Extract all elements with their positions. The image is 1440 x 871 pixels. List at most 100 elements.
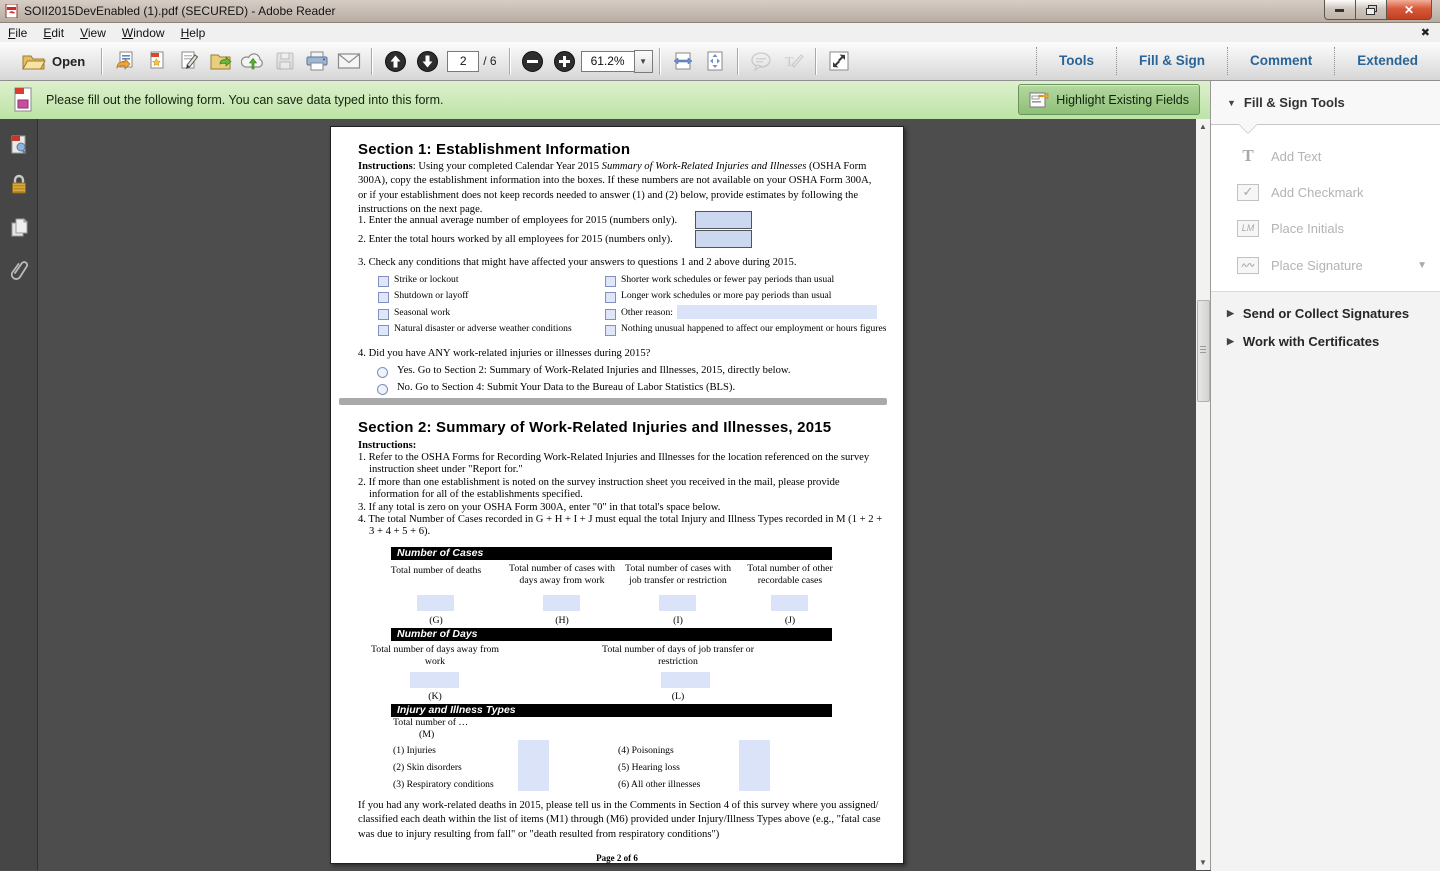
open-button[interactable]: Open [12,46,95,76]
chevron-down-icon: ▼ [1417,260,1427,271]
menu-file[interactable]: File [0,24,35,42]
page-number-input[interactable]: 2 [447,51,479,72]
input-m3[interactable] [518,774,549,791]
type-5-label: (5) Hearing loss [618,762,680,773]
input-g[interactable] [417,595,454,611]
menu-help[interactable]: Help [173,24,214,42]
email-icon[interactable] [336,47,362,75]
checkbox-strike[interactable] [378,276,389,287]
panel-header[interactable]: ▼ Fill & Sign Tools [1211,81,1440,125]
col-header-h: Total number of cases with days away fro… [506,563,618,587]
checkbox-strike-label: Strike or lockout [394,274,458,285]
question-4: 4. Did you have ANY work-related injurie… [358,347,650,361]
toolbar-separator [509,48,511,75]
title-bar: SOII2015DevEnabled (1).pdf (SECURED) - A… [0,0,1440,23]
radio-yes[interactable] [377,367,388,378]
add-checkmark-tool: ✓ Add Checkmark [1211,175,1440,209]
question-2: 2. Enter the total hours worked by all e… [358,233,673,247]
pdf-app-icon [5,4,19,18]
create-pdf-icon[interactable] [144,47,170,75]
tab-comment[interactable]: Comment [1228,42,1334,80]
letter-j: (J) [734,615,846,627]
checkbox-seasonal[interactable] [378,309,389,320]
input-h[interactable] [543,595,580,611]
tab-extended[interactable]: Extended [1335,42,1440,80]
input-l[interactable] [661,672,710,688]
pages-icon[interactable] [7,216,31,240]
zoom-level-input[interactable]: 61.2% [581,51,634,72]
scroll-up-icon[interactable]: ▲ [1196,119,1210,134]
menu-bar: File Edit View Window Help ✖ [0,23,1440,43]
maximize-button[interactable] [1356,0,1386,20]
zoom-dropdown-button[interactable]: ▼ [634,50,653,73]
input-m1[interactable] [518,740,549,757]
certificates-label: Work with Certificates [1243,334,1379,349]
types-m-label: (M) [419,729,449,741]
place-initials-tool: LM Place Initials [1211,211,1440,245]
radio-no[interactable] [377,384,388,395]
scrollbar-thumb[interactable] [1197,300,1210,402]
input-i[interactable] [659,595,696,611]
send-collect-signatures-item[interactable]: ▶ Send or Collect Signatures [1211,306,1440,321]
collapse-triangle-icon: ▼ [1227,98,1236,108]
input-m2[interactable] [518,757,549,774]
checkbox-longer[interactable] [605,292,616,303]
zoom-out-icon[interactable] [520,47,546,75]
fit-page-icon[interactable] [702,47,728,75]
vertical-scrollbar[interactable]: ▲ ▼ [1196,119,1210,870]
section-divider [339,398,887,405]
fill-sign-panel: ▼ Fill & Sign Tools T Add Text ✓ Add Che… [1210,81,1440,870]
page-thumbnails-icon[interactable] [7,133,31,157]
tab-fill-sign[interactable]: Fill & Sign [1117,42,1227,80]
menu-window[interactable]: Window [114,24,173,42]
input-m4[interactable] [739,740,770,757]
section2-title: Section 2: Summary of Work-Related Injur… [358,419,831,436]
add-text-icon: T [1237,147,1259,165]
close-menubar-icon[interactable]: ✖ [1421,26,1430,39]
next-page-icon[interactable] [414,47,440,75]
input-m5[interactable] [739,757,770,774]
col-header-i: Total number of cases with job transfer … [622,563,734,587]
add-checkmark-label: Add Checkmark [1271,185,1363,200]
highlight-button-label: Highlight Existing Fields [1056,93,1189,107]
sign-page-icon[interactable] [176,47,202,75]
prev-page-icon[interactable] [382,47,408,75]
security-lock-icon[interactable] [7,173,31,197]
export-page-icon[interactable] [112,47,138,75]
share-folder-icon[interactable] [208,47,234,75]
letter-g: (G) [380,615,492,627]
tab-tools[interactable]: Tools [1037,42,1116,80]
fullscreen-icon[interactable] [826,47,852,75]
checkbox-other[interactable] [605,309,616,320]
open-folder-icon [22,53,46,70]
types-total-label: Total number of … [393,717,503,729]
employees-input[interactable] [695,211,752,229]
menu-edit[interactable]: Edit [35,24,72,42]
attachment-clip-icon[interactable] [7,258,31,282]
print-icon[interactable] [304,47,330,75]
highlight-existing-fields-button[interactable]: Highlight Existing Fields [1018,84,1200,115]
other-reason-input[interactable] [677,305,877,319]
hours-worked-input[interactable] [695,230,752,248]
checkbox-shutdown[interactable] [378,292,389,303]
open-label: Open [52,54,85,69]
upload-cloud-icon[interactable] [240,47,266,75]
input-k[interactable] [410,672,459,688]
minimize-button[interactable] [1324,0,1356,20]
work-with-certificates-item[interactable]: ▶ Work with Certificates [1211,334,1440,349]
close-button[interactable]: ✕ [1386,0,1432,20]
section2-instructions: 1. Refer to the OSHA Forms for Recording… [358,452,885,539]
section1-title: Section 1: Establishment Information [358,141,630,158]
zoom-in-icon[interactable] [552,47,578,75]
checkbox-disaster[interactable] [378,325,389,336]
fit-width-icon[interactable] [670,47,696,75]
checkbox-shorter[interactable] [605,276,616,287]
save-icon [272,47,298,75]
scroll-down-icon[interactable]: ▼ [1196,855,1210,870]
menu-view[interactable]: View [72,24,114,42]
checkbox-nothing[interactable] [605,325,616,336]
input-m6[interactable] [739,774,770,791]
col-header-j: Total number of other recordable cases [734,563,846,587]
letter-h: (H) [506,615,618,627]
input-j[interactable] [771,595,808,611]
